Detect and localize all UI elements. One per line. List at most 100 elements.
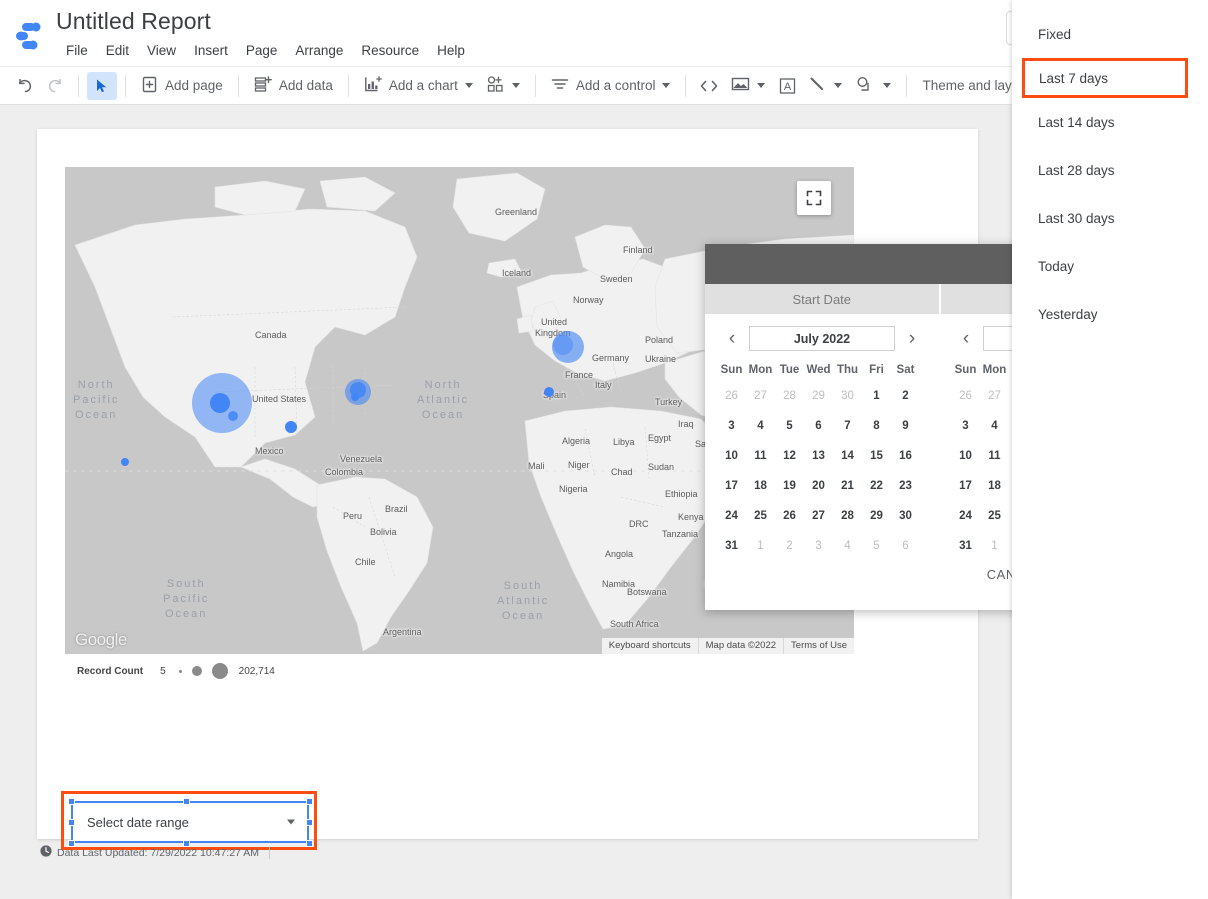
calendar-day[interactable]: 3 xyxy=(717,411,746,441)
calendar-day[interactable]: 21 xyxy=(833,471,862,501)
calendar-day[interactable]: 26 xyxy=(717,381,746,411)
undo-icon[interactable] xyxy=(10,72,40,100)
text-box-icon[interactable]: A xyxy=(772,72,802,100)
calendar-day[interactable]: 16 xyxy=(891,441,920,471)
date-range-control[interactable]: Select date range xyxy=(71,801,309,843)
resize-handle-n[interactable] xyxy=(183,798,190,805)
chevron-left-icon[interactable]: ‹ xyxy=(955,329,977,348)
redo-icon[interactable] xyxy=(40,72,70,100)
calendar-day[interactable]: 31 xyxy=(717,531,746,561)
map-bubble[interactable] xyxy=(210,393,230,413)
chevron-left-icon[interactable]: ‹ xyxy=(721,329,743,348)
calendar-day[interactable]: 6 xyxy=(891,531,920,561)
resize-handle-ne[interactable] xyxy=(306,798,313,805)
calendar-day[interactable]: 3 xyxy=(804,531,833,561)
chevron-right-icon[interactable]: › xyxy=(901,329,923,348)
resize-handle-e[interactable] xyxy=(306,819,313,826)
calendar-day[interactable]: 27 xyxy=(980,381,1009,411)
calendar-day[interactable]: 27 xyxy=(746,381,775,411)
calendar-day[interactable]: 11 xyxy=(746,441,775,471)
resize-handle-w[interactable] xyxy=(68,819,75,826)
calendar-day[interactable]: 24 xyxy=(951,501,980,531)
menu-file[interactable]: File xyxy=(57,41,97,60)
calendar-day[interactable]: 3 xyxy=(951,411,980,441)
add-data-button[interactable]: Add data xyxy=(247,72,340,100)
calendar-day[interactable]: 5 xyxy=(775,411,804,441)
calendar-day[interactable]: 26 xyxy=(775,501,804,531)
calendar-day[interactable]: 28 xyxy=(833,501,862,531)
calendar-day[interactable]: 18 xyxy=(746,471,775,501)
date-range-option-last-7-days[interactable]: Last 7 days xyxy=(1022,58,1188,98)
calendar-day[interactable]: 11 xyxy=(980,441,1009,471)
date-range-option-yesterday[interactable]: Yesterday xyxy=(1012,290,1208,338)
calendar-day[interactable]: 30 xyxy=(833,381,862,411)
cursor-arrow-icon[interactable] xyxy=(87,71,117,100)
calendar-day[interactable]: 4 xyxy=(833,531,862,561)
calendar-day[interactable]: 13 xyxy=(804,441,833,471)
calendar-day[interactable]: 29 xyxy=(804,381,833,411)
calendar-day[interactable]: 2 xyxy=(891,381,920,411)
calendar-day[interactable]: 4 xyxy=(746,411,775,441)
calendar-day[interactable]: 10 xyxy=(951,441,980,471)
calendar-day[interactable]: 4 xyxy=(980,411,1009,441)
insert-image-button[interactable] xyxy=(724,72,772,100)
calendar-day[interactable]: 24 xyxy=(717,501,746,531)
map-bubble[interactable] xyxy=(351,393,359,401)
map-bubble[interactable] xyxy=(228,411,238,421)
date-range-option-today[interactable]: Today xyxy=(1012,242,1208,290)
menu-help[interactable]: Help xyxy=(428,41,474,60)
add-chart-button[interactable]: Add a chart xyxy=(357,72,480,100)
add-page-button[interactable]: Add page xyxy=(134,72,230,100)
calendar-day[interactable]: 27 xyxy=(804,501,833,531)
add-control-button[interactable]: Add a control xyxy=(544,72,678,100)
calendar-day[interactable]: 25 xyxy=(746,501,775,531)
calendar-day[interactable]: 9 xyxy=(891,411,920,441)
date-range-option-last-28-days[interactable]: Last 28 days xyxy=(1012,146,1208,194)
calendar-day[interactable]: 30 xyxy=(891,501,920,531)
line-tool-button[interactable] xyxy=(802,72,849,100)
calendar-day[interactable]: 29 xyxy=(862,501,891,531)
calendar-day[interactable]: 10 xyxy=(717,441,746,471)
calendar-day[interactable]: 5 xyxy=(862,531,891,561)
map-bubble[interactable] xyxy=(544,387,554,397)
calendar-day[interactable]: 17 xyxy=(717,471,746,501)
terms-of-use-link[interactable]: Terms of Use xyxy=(783,638,854,654)
calendar-day[interactable]: 26 xyxy=(951,381,980,411)
resize-handle-nw[interactable] xyxy=(68,798,75,805)
calendar-day[interactable]: 19 xyxy=(775,471,804,501)
calendar-day[interactable]: 7 xyxy=(833,411,862,441)
calendar-day[interactable]: 25 xyxy=(980,501,1009,531)
map-bubble[interactable] xyxy=(285,421,297,433)
calendar-day[interactable]: 18 xyxy=(980,471,1009,501)
calendar-day[interactable]: 2 xyxy=(775,531,804,561)
menu-resource[interactable]: Resource xyxy=(352,41,428,60)
keyboard-shortcuts-link[interactable]: Keyboard shortcuts xyxy=(602,638,698,654)
calendar-day[interactable]: 14 xyxy=(833,441,862,471)
page-title[interactable]: Untitled Report xyxy=(56,8,211,35)
fullscreen-expand-icon[interactable] xyxy=(797,181,831,215)
calendar-day[interactable]: 28 xyxy=(775,381,804,411)
chevron-down-icon[interactable] xyxy=(287,819,295,825)
menu-view[interactable]: View xyxy=(138,41,185,60)
date-range-option-last-14-days[interactable]: Last 14 days xyxy=(1012,98,1208,146)
menu-arrange[interactable]: Arrange xyxy=(286,41,352,60)
calendar-day[interactable]: 17 xyxy=(951,471,980,501)
map-bubble[interactable] xyxy=(121,458,129,466)
date-range-options-menu[interactable]: Fixed Last 7 days Last 14 days Last 28 days… xyxy=(1012,0,1208,899)
calendar-month-label[interactable]: July 2022 xyxy=(749,326,895,351)
calendar-day[interactable]: 23 xyxy=(891,471,920,501)
date-range-option-last-30-days[interactable]: Last 30 days xyxy=(1012,194,1208,242)
calendar-day[interactable]: 22 xyxy=(862,471,891,501)
shape-tool-button[interactable] xyxy=(849,72,898,100)
date-range-option-fixed[interactable]: Fixed xyxy=(1012,10,1208,58)
tab-start-date[interactable]: Start Date xyxy=(705,284,941,314)
calendar-day[interactable]: 15 xyxy=(862,441,891,471)
calendar-day[interactable]: 1 xyxy=(746,531,775,561)
community-visualizations-button[interactable] xyxy=(480,72,527,100)
menu-page[interactable]: Page xyxy=(237,41,287,60)
calendar-day[interactable]: 1 xyxy=(862,381,891,411)
calendar-day[interactable]: 12 xyxy=(775,441,804,471)
map-bubble[interactable] xyxy=(553,335,573,355)
calendar-day[interactable]: 8 xyxy=(862,411,891,441)
menu-edit[interactable]: Edit xyxy=(97,41,138,60)
